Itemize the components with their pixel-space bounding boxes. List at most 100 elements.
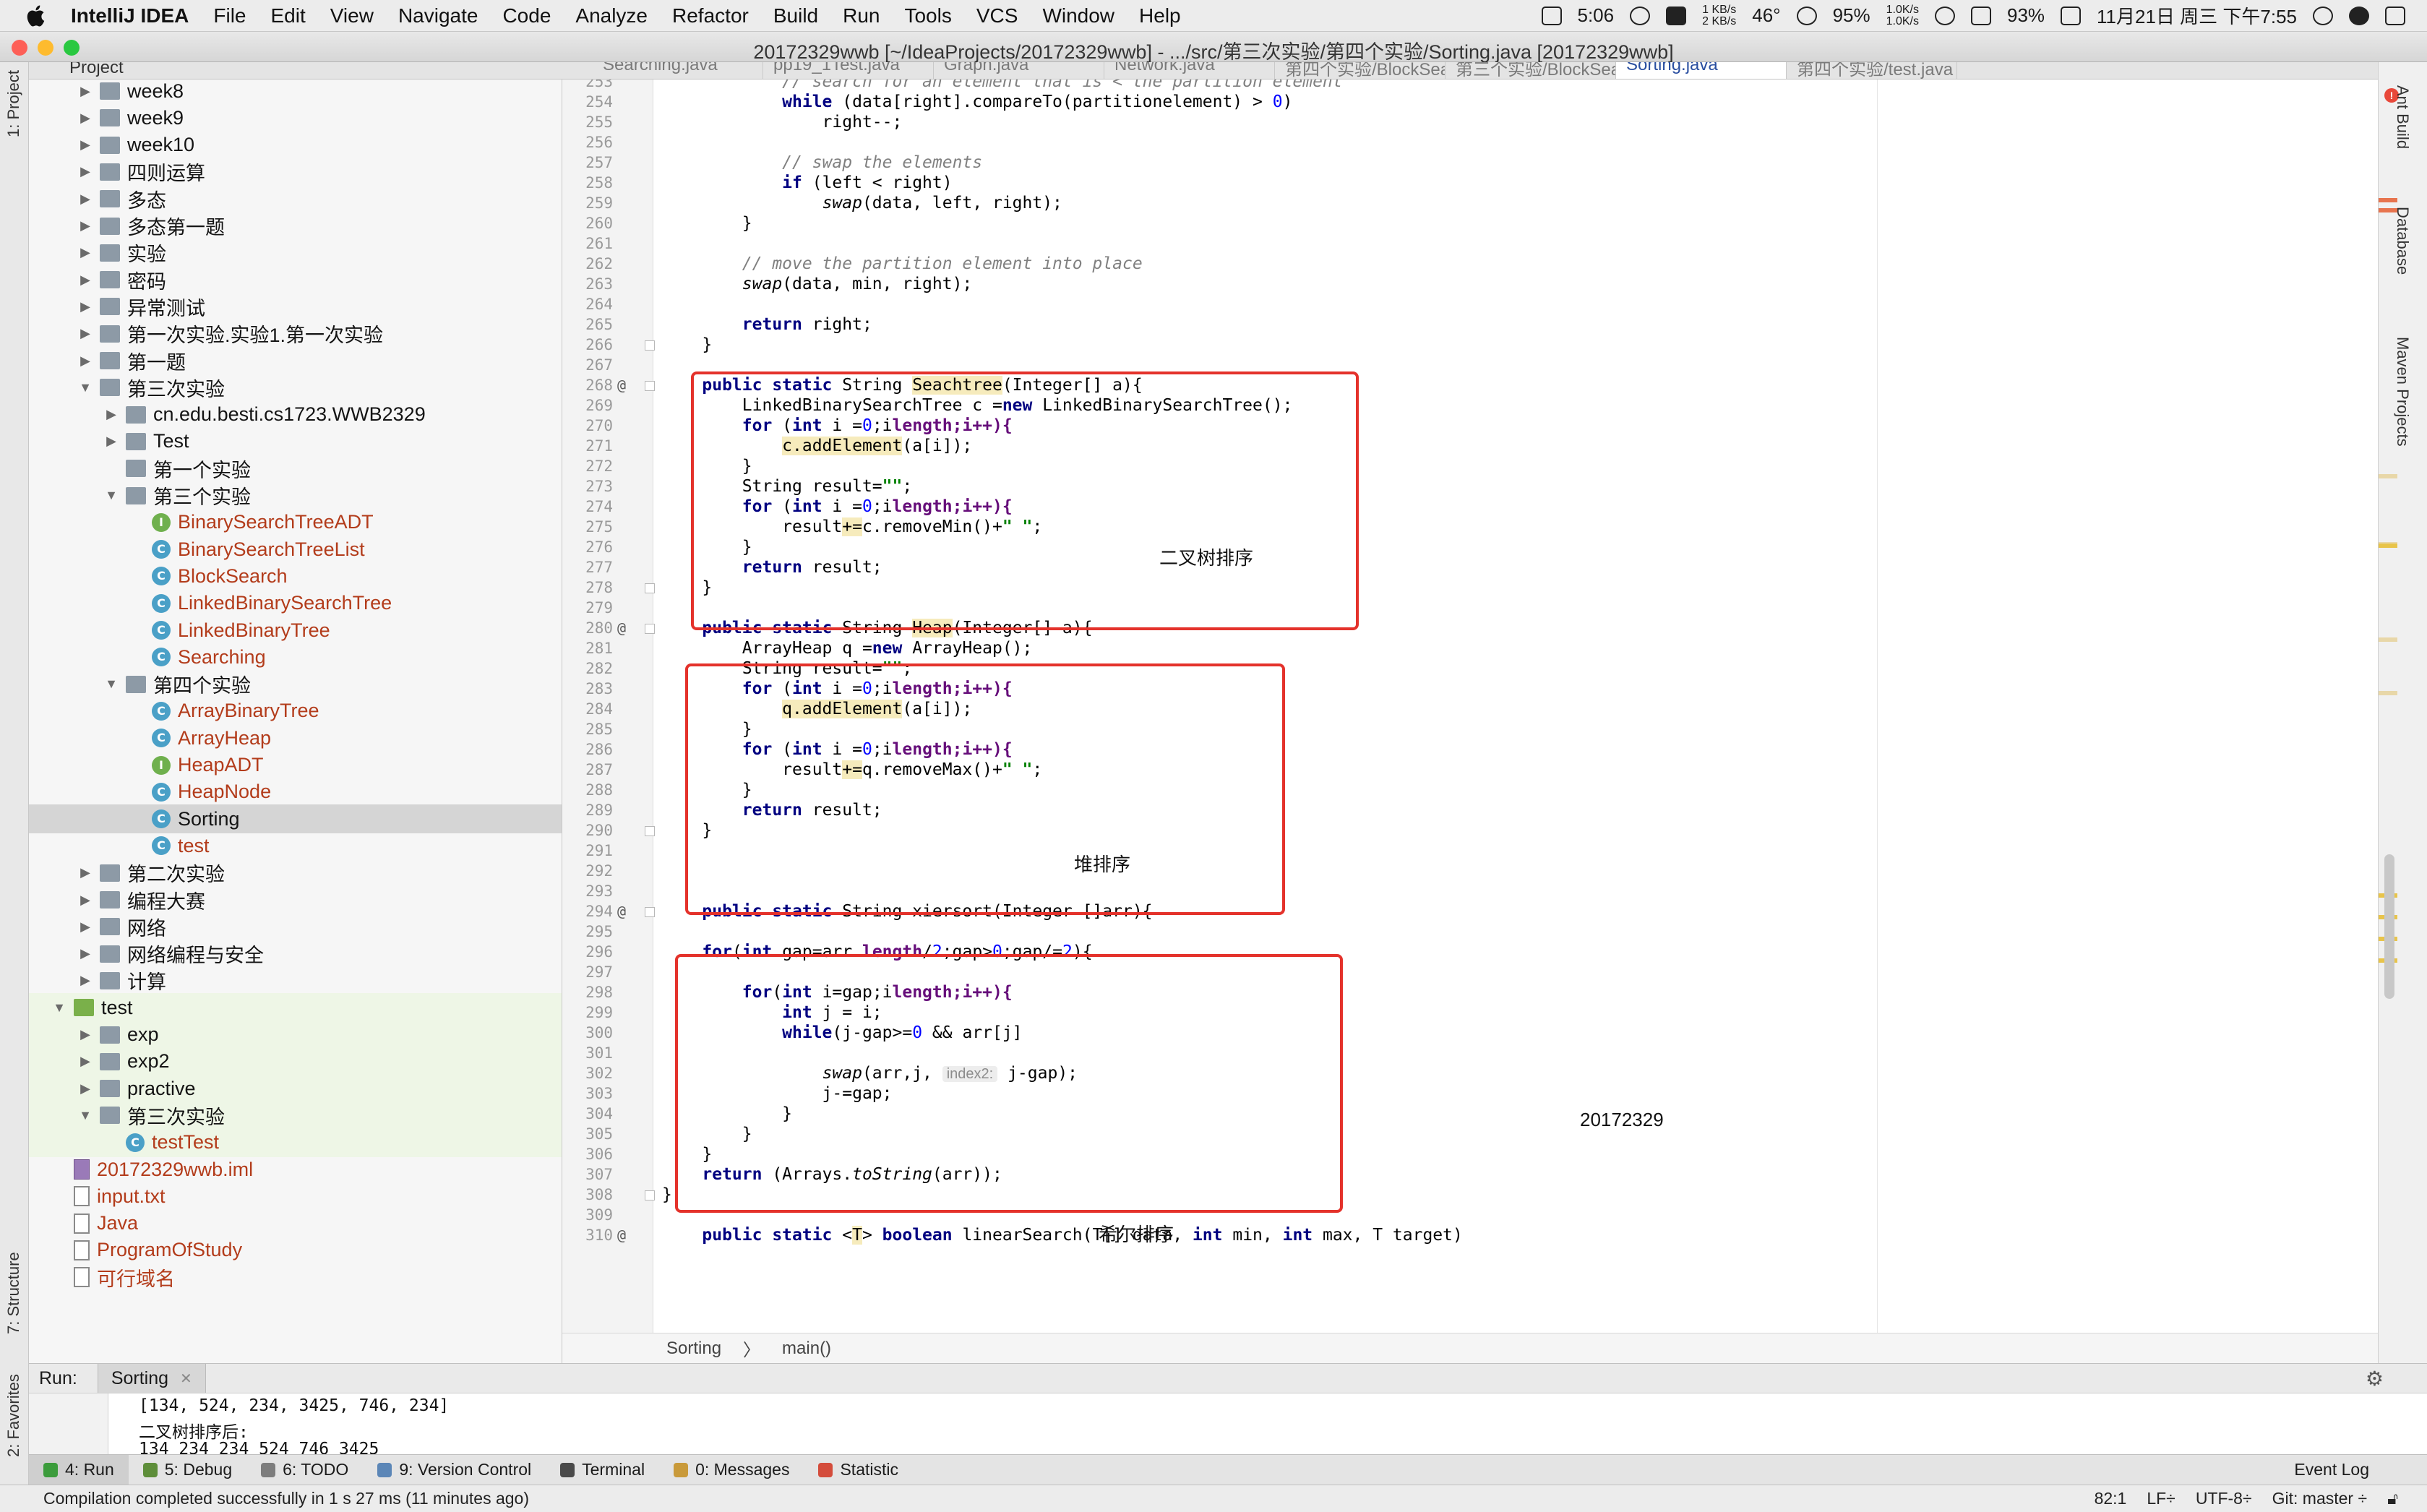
ant-build-tool-tab[interactable]: Ant Build xyxy=(2393,85,2412,149)
code-text[interactable]: swap(data, left, right); xyxy=(662,192,1062,214)
line-number[interactable]: 286 xyxy=(570,739,613,760)
code-line[interactable]: 281 ArrayHeap q =new ArrayHeap(); xyxy=(562,637,2378,659)
tree-item[interactable]: ▶ 实验 xyxy=(29,239,562,267)
menu-navigate[interactable]: Navigate xyxy=(398,4,478,27)
line-number[interactable]: 284 xyxy=(570,698,613,720)
menu-run[interactable]: Run xyxy=(843,4,880,27)
code-text[interactable]: public static <T> boolean linearSearch(T… xyxy=(662,1224,1463,1246)
line-number[interactable]: 292 xyxy=(570,860,613,882)
warning-stripe-mark[interactable] xyxy=(2379,691,2397,695)
chevron-right-icon[interactable]: ▶ xyxy=(77,1027,94,1042)
line-number[interactable]: 270 xyxy=(570,415,613,437)
code-text[interactable]: if (left < right) xyxy=(662,172,952,194)
editor-tab[interactable]: Network.java xyxy=(1104,62,1275,79)
code-line[interactable]: 254 while (data[right].compareTo(partiti… xyxy=(562,91,2378,113)
line-number[interactable]: 293 xyxy=(570,880,613,902)
code-line[interactable]: 310 @ public static <T> boolean linearSea… xyxy=(562,1224,2378,1246)
line-number[interactable]: 303 xyxy=(570,1083,613,1104)
tree-item[interactable]: ▶ week8 xyxy=(29,80,562,106)
tree-item[interactable]: ▶ 多态 xyxy=(29,184,562,213)
tree-item[interactable]: ▶ 计算 xyxy=(29,966,562,995)
tree-item[interactable]: ▶ 异常测试 xyxy=(29,292,562,321)
line-number[interactable]: 301 xyxy=(570,1042,613,1064)
chevron-right-icon[interactable]: ▶ xyxy=(77,946,94,961)
tree-item[interactable]: C Searching xyxy=(29,643,562,671)
menu-help[interactable]: Help xyxy=(1139,4,1181,27)
tree-item[interactable]: ▼ 第四个实验 xyxy=(29,670,562,699)
tool-window-button[interactable]: Terminal xyxy=(546,1455,659,1485)
line-number[interactable]: 273 xyxy=(570,476,613,497)
line-number[interactable]: 281 xyxy=(570,637,613,659)
tool-window-button[interactable]: 4: Run xyxy=(29,1454,129,1485)
battery-level-icon[interactable] xyxy=(1970,6,1991,25)
structure-tool-tab[interactable]: 7: Structure xyxy=(4,1252,23,1334)
line-number[interactable]: 283 xyxy=(570,678,613,700)
tree-item[interactable]: ▼ 第三次实验 xyxy=(29,373,562,402)
tree-item[interactable]: C LinkedBinarySearchTree xyxy=(29,589,562,618)
chevron-right-icon[interactable]: ▶ xyxy=(77,973,94,988)
line-number[interactable]: 254 xyxy=(570,91,613,113)
tree-item[interactable]: ▶ 密码 xyxy=(29,265,562,294)
tree-item[interactable]: ▶ 网络 xyxy=(29,912,562,941)
line-number[interactable]: 265 xyxy=(570,314,613,335)
chevron-right-icon[interactable]: ▶ xyxy=(77,164,94,179)
menu-build[interactable]: Build xyxy=(773,4,818,27)
line-number[interactable]: 258 xyxy=(570,172,613,194)
line-number[interactable]: 257 xyxy=(570,152,613,173)
line-number[interactable]: 276 xyxy=(570,536,613,558)
tree-item[interactable]: Java xyxy=(29,1209,562,1238)
tool-window-button[interactable]: Statistic xyxy=(804,1455,913,1485)
chevron-right-icon[interactable]: ▶ xyxy=(77,218,94,233)
network-speed[interactable]: 1 KB/s 2 KB/s xyxy=(1702,4,1736,27)
tree-item[interactable]: C HeapNode xyxy=(29,778,562,807)
code-text[interactable]: } xyxy=(662,1184,672,1206)
line-number[interactable]: 309 xyxy=(570,1204,613,1226)
chevron-right-icon[interactable]: ▶ xyxy=(77,192,94,207)
editor-tab[interactable]: Searching.java xyxy=(593,62,763,79)
chevron-right-icon[interactable]: ▶ xyxy=(77,893,94,908)
code-line[interactable]: 266 } xyxy=(562,334,2378,356)
tree-item[interactable]: ▼ 第三个实验 xyxy=(29,481,562,510)
tree-item[interactable]: ▼ test xyxy=(29,993,562,1023)
tree-item[interactable]: ▶ 四则运算 xyxy=(29,158,562,186)
menu-code[interactable]: Code xyxy=(502,4,551,27)
tree-item[interactable]: C Sorting xyxy=(29,804,562,834)
line-number[interactable]: 308 xyxy=(570,1184,613,1206)
editor-tab[interactable]: 第三个实验/BlockSearch.java xyxy=(1446,62,1616,79)
editor-tab[interactable]: Sorting.java xyxy=(1616,62,1787,79)
chevron-down-icon[interactable]: ▼ xyxy=(103,676,120,692)
editor-scrollbar-thumb[interactable] xyxy=(2384,854,2394,999)
fold-marker-icon[interactable] xyxy=(645,583,655,593)
code-line[interactable]: 265 return right; xyxy=(562,314,2378,335)
tree-item[interactable]: CtestTest xyxy=(29,1127,562,1157)
tree-item[interactable]: 可行域名 xyxy=(29,1263,562,1292)
chevron-right-icon[interactable]: ▶ xyxy=(77,111,94,126)
line-number[interactable]: 302 xyxy=(570,1062,613,1084)
override-marker-icon[interactable]: @ xyxy=(617,901,626,922)
project-panel-title[interactable]: Project xyxy=(69,62,124,78)
headphones-icon[interactable] xyxy=(1630,6,1651,25)
clock[interactable]: 11月21日 周三 下午7:55 xyxy=(2097,2,2297,29)
tree-item[interactable]: ▶ 编程大赛 xyxy=(29,885,562,914)
tree-item[interactable]: ▶ 网络编程与安全 xyxy=(29,940,562,968)
close-icon[interactable]: ✕ xyxy=(180,1370,192,1388)
line-number[interactable]: 288 xyxy=(570,779,613,801)
line-number[interactable]: 269 xyxy=(570,395,613,416)
fold-marker-icon[interactable] xyxy=(645,907,655,917)
chevron-right-icon[interactable]: ▶ xyxy=(77,272,94,288)
line-number[interactable]: 306 xyxy=(570,1143,613,1165)
line-number[interactable]: 255 xyxy=(570,111,613,133)
database-tool-tab[interactable]: Database xyxy=(2393,207,2412,275)
tree-item[interactable]: ▶ cn.edu.besti.cs1723.WWB2329 xyxy=(29,400,562,429)
tree-item[interactable]: input.txt xyxy=(29,1182,562,1211)
chevron-down-icon[interactable]: ▼ xyxy=(77,380,94,395)
run-tab-sorting[interactable]: Sorting ✕ xyxy=(97,1364,206,1393)
tree-item[interactable]: ▶ 多态第一题 xyxy=(29,212,562,241)
tree-item[interactable]: ProgramOfStudy xyxy=(29,1236,562,1265)
line-number[interactable]: 290 xyxy=(570,820,613,841)
line-number[interactable]: 294 xyxy=(570,901,613,922)
fold-marker-icon[interactable] xyxy=(645,826,655,836)
tree-item[interactable]: C BinarySearchTreeList xyxy=(29,535,562,564)
line-number[interactable]: 275 xyxy=(570,516,613,538)
line-number[interactable]: 298 xyxy=(570,981,613,1003)
